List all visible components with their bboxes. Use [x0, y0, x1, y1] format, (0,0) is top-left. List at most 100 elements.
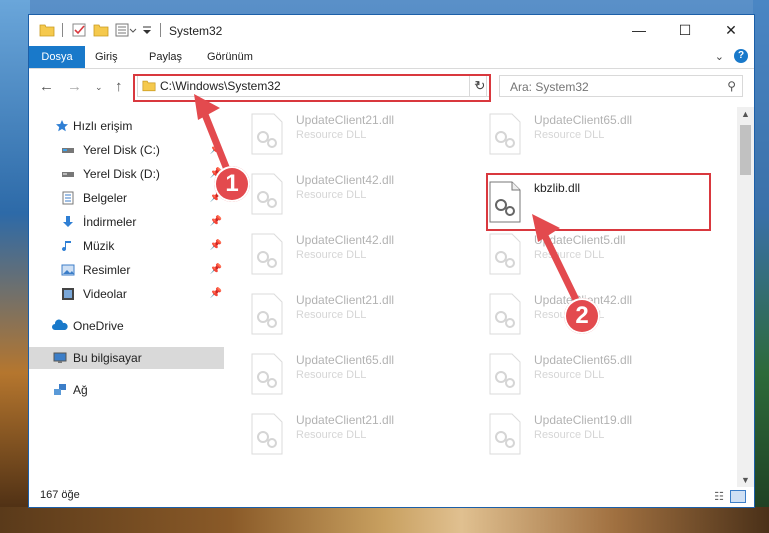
sidebar-item-label: Müzik: [83, 239, 115, 253]
file-item[interactable]: UpdateClient65.dll Resource DLL: [244, 347, 474, 399]
desktop-background-bottom: [0, 507, 769, 533]
help-icon[interactable]: ?: [734, 49, 748, 63]
up-arrow-icon[interactable]: ↑: [115, 78, 123, 95]
file-name: UpdateClient21.dll: [296, 113, 395, 127]
sidebar-item-label: Yerel Disk (C:): [83, 143, 160, 157]
sidebar-item-pictures[interactable]: Resimler 📌: [29, 259, 224, 281]
file-item[interactable]: UpdateClient65.dll Resource DLL: [482, 107, 712, 159]
file-highlight: [486, 173, 711, 231]
forward-arrow-icon[interactable]: →: [67, 78, 82, 95]
ribbon-tabs: Dosya Giriş Paylaş Görünüm ⌄ ?: [29, 46, 754, 69]
dll-file-icon: [251, 233, 283, 275]
file-type: Resource DLL: [296, 309, 367, 321]
dll-file-icon: [251, 293, 283, 335]
file-type: Resource DLL: [296, 369, 367, 381]
file-list: UpdateClient21.dll Resource DLL UpdateCl…: [244, 107, 740, 485]
tab-giris[interactable]: Giriş: [85, 46, 128, 68]
back-arrow-icon[interactable]: ←: [39, 78, 54, 95]
tab-dosya[interactable]: Dosya: [29, 46, 85, 68]
sidebar-item-downloads[interactable]: İndirmeler 📌: [29, 211, 224, 233]
toolbar-separator: [160, 23, 161, 37]
close-button[interactable]: ✕: [708, 15, 754, 45]
search-box[interactable]: ⚲: [499, 75, 743, 97]
file-type: Resource DLL: [534, 129, 605, 141]
file-item[interactable]: UpdateClient19.dll Resource DLL: [482, 407, 712, 459]
dll-file-icon: [251, 353, 283, 395]
scroll-thumb[interactable]: [740, 125, 751, 175]
sidebar-item-onedrive[interactable]: OneDrive: [29, 315, 224, 337]
dll-file-icon: [489, 233, 521, 275]
file-name: UpdateClient65.dll: [534, 113, 633, 127]
dll-file-icon: [489, 353, 521, 395]
dll-file-icon: [489, 413, 521, 455]
details-view-icon[interactable]: ☷: [714, 490, 724, 503]
documents-icon: [62, 191, 74, 205]
pin-icon: 📌: [209, 216, 222, 227]
scroll-down-icon[interactable]: ▼: [741, 475, 750, 485]
file-item[interactable]: UpdateClient21.dll Resource DLL: [244, 407, 474, 459]
minimize-button[interactable]: —: [616, 15, 662, 45]
sidebar-item-label: Ağ: [73, 383, 88, 397]
callout-badge-1: 1: [214, 166, 250, 202]
sidebar-item-label: Resimler: [83, 263, 131, 277]
window-title: System32: [169, 24, 223, 38]
file-type: Resource DLL: [296, 429, 367, 441]
maximize-button[interactable]: ☐: [662, 15, 708, 45]
file-name: UpdateClient42.dll: [296, 173, 395, 187]
pin-icon: 📌: [209, 240, 222, 251]
sidebar-item-label: OneDrive: [73, 319, 124, 333]
vertical-scrollbar[interactable]: ▲ ▼: [737, 107, 754, 487]
file-name: UpdateClient65.dll: [534, 353, 633, 367]
status-bar: 167 öğe ☷: [29, 485, 754, 507]
dll-file-icon: [251, 173, 283, 215]
network-icon: [54, 384, 66, 395]
desktop-background-right: [753, 0, 769, 533]
tab-gorunum[interactable]: Görünüm: [197, 46, 263, 68]
computer-icon: [53, 352, 67, 363]
file-item[interactable]: UpdateClient21.dll Resource DLL: [244, 107, 474, 159]
file-name: UpdateClient21.dll: [296, 413, 395, 427]
properties-check-icon[interactable]: [71, 21, 87, 39]
file-item[interactable]: UpdateClient42.dll Resource DLL: [244, 167, 474, 219]
address-bar-highlight: [133, 74, 491, 102]
cloud-icon: [52, 319, 68, 330]
tab-paylas[interactable]: Paylaş: [139, 46, 192, 68]
sidebar-item-videos[interactable]: Videolar 📌: [29, 283, 224, 305]
pin-icon: 📌: [209, 264, 222, 275]
callout-badge-2: 2: [564, 298, 600, 334]
file-name: UpdateClient65.dll: [296, 353, 395, 367]
large-icons-view-icon[interactable]: [730, 490, 746, 503]
search-icon[interactable]: ⚲: [727, 79, 736, 93]
file-name: UpdateClient21.dll: [296, 293, 395, 307]
sidebar-item-label: Yerel Disk (D:): [83, 167, 160, 181]
new-folder-icon[interactable]: [93, 21, 109, 39]
file-type: Resource DLL: [534, 369, 605, 381]
sidebar-item-label: Videolar: [83, 287, 127, 301]
scroll-up-icon[interactable]: ▲: [741, 109, 750, 119]
file-item[interactable]: UpdateClient42.dll Resource DLL: [244, 227, 474, 279]
file-item[interactable]: UpdateClient21.dll Resource DLL: [244, 287, 474, 339]
videos-icon: [62, 288, 74, 300]
sidebar-item-label: İndirmeler: [83, 215, 137, 229]
desktop-background-left: [0, 0, 30, 533]
file-name: UpdateClient19.dll: [534, 413, 633, 427]
sidebar-item-network[interactable]: Ağ: [29, 379, 224, 401]
drive-icon: [62, 172, 74, 177]
sidebar-item-label: Hızlı erişim: [73, 119, 133, 133]
title-bar: System32 — ☐ ✕: [29, 15, 754, 46]
file-item[interactable]: UpdateClient65.dll Resource DLL: [482, 347, 712, 399]
customize-dropdown-icon[interactable]: [142, 21, 152, 39]
download-icon: [63, 216, 73, 227]
item-count: 167 öğe: [40, 489, 80, 501]
expand-ribbon-icon[interactable]: ⌄: [715, 50, 724, 63]
sidebar-item-music[interactable]: Müzik 📌: [29, 235, 224, 257]
file-explorer-window: System32 — ☐ ✕ Dosya Giriş Paylaş Görünü…: [28, 14, 755, 508]
pin-icon: 📌: [209, 288, 222, 299]
toolbar-separator: [62, 23, 63, 37]
search-input[interactable]: [508, 79, 712, 95]
sidebar-item-this-pc[interactable]: Bu bilgisayar: [29, 347, 224, 369]
recent-locations-icon[interactable]: ⌄: [95, 82, 103, 93]
file-name: UpdateClient42.dll: [296, 233, 395, 247]
folder-icon[interactable]: [39, 21, 55, 39]
properties-icon[interactable]: [115, 21, 137, 39]
